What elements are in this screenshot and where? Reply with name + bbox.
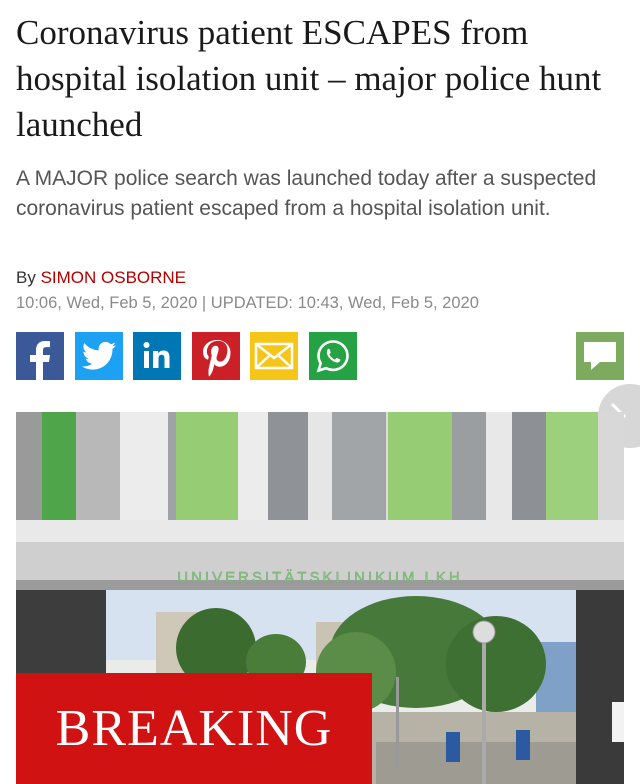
author-link[interactable]: SIMON OSBORNE — [41, 268, 186, 287]
share-email-button[interactable] — [250, 332, 298, 380]
clinic-sign-text: UNIVERSITÄTSKLINIKUM LKH — [177, 569, 462, 586]
byline: By SIMON OSBORNE — [16, 268, 186, 288]
whatsapp-icon — [316, 340, 349, 373]
share-twitter-button[interactable] — [75, 332, 123, 380]
comments-button[interactable] — [576, 332, 624, 380]
email-icon — [254, 342, 294, 370]
article-headline: Coronavirus patient ESCAPES from hospita… — [16, 13, 602, 144]
byline-prefix: By — [16, 268, 41, 287]
linkedin-icon — [143, 342, 170, 368]
share-whatsapp-button[interactable] — [309, 332, 357, 380]
breaking-banner: BREAKING — [16, 673, 372, 784]
dateline: 10:06, Wed, Feb 5, 2020 | UPDATED: 10:43… — [16, 294, 479, 312]
twitter-icon — [82, 341, 116, 370]
pinterest-icon — [203, 340, 231, 377]
facebook-icon — [30, 341, 50, 380]
article-standfirst: A MAJOR police search was launched today… — [16, 167, 597, 220]
share-pinterest-button[interactable] — [192, 332, 240, 380]
share-facebook-button[interactable] — [16, 332, 64, 380]
share-linkedin-button[interactable] — [133, 332, 181, 380]
comments-icon — [584, 342, 616, 370]
